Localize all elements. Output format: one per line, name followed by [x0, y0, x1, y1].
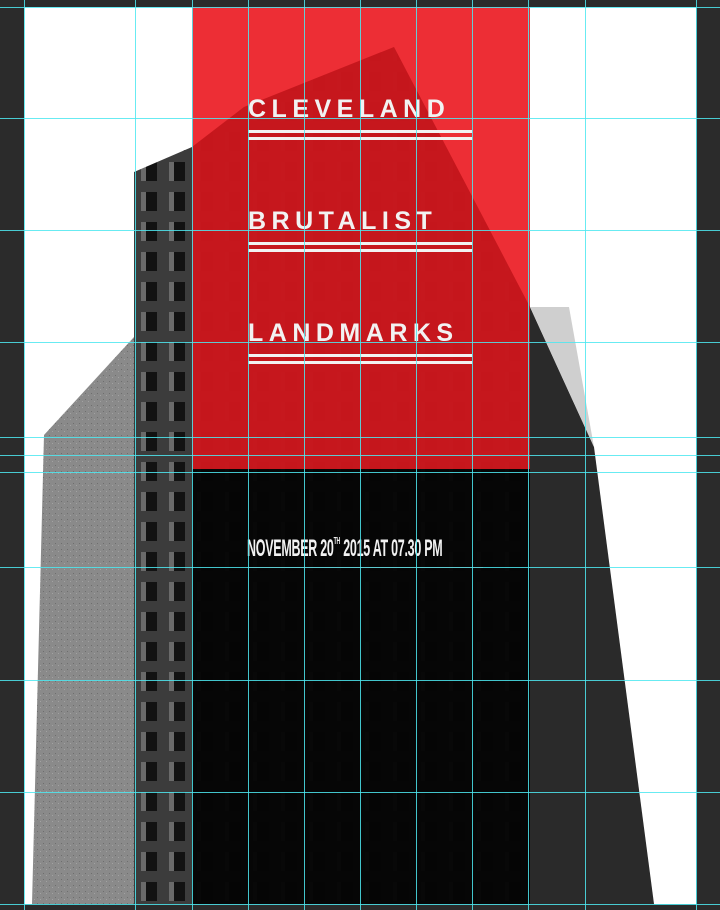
title-line-2: BRUTALIST — [248, 207, 473, 252]
event-date: NOVEMBER 20TH 2015 AT 07.30 PM — [247, 535, 443, 562]
artboard: CLEVELAND BRUTALIST LANDMARKS NOVEMBER 2… — [24, 7, 696, 904]
guide-horizontal — [0, 904, 720, 905]
title-line-1: CLEVELAND — [248, 95, 473, 140]
title-line-3: LANDMARKS — [248, 319, 472, 364]
building-photo — [32, 7, 654, 904]
event-date-day: NOVEMBER 20 — [247, 535, 334, 562]
text-selection-underline — [247, 567, 483, 568]
event-date-time: 2015 AT 07.30 PM — [340, 535, 443, 562]
guide-vertical — [696, 0, 697, 910]
